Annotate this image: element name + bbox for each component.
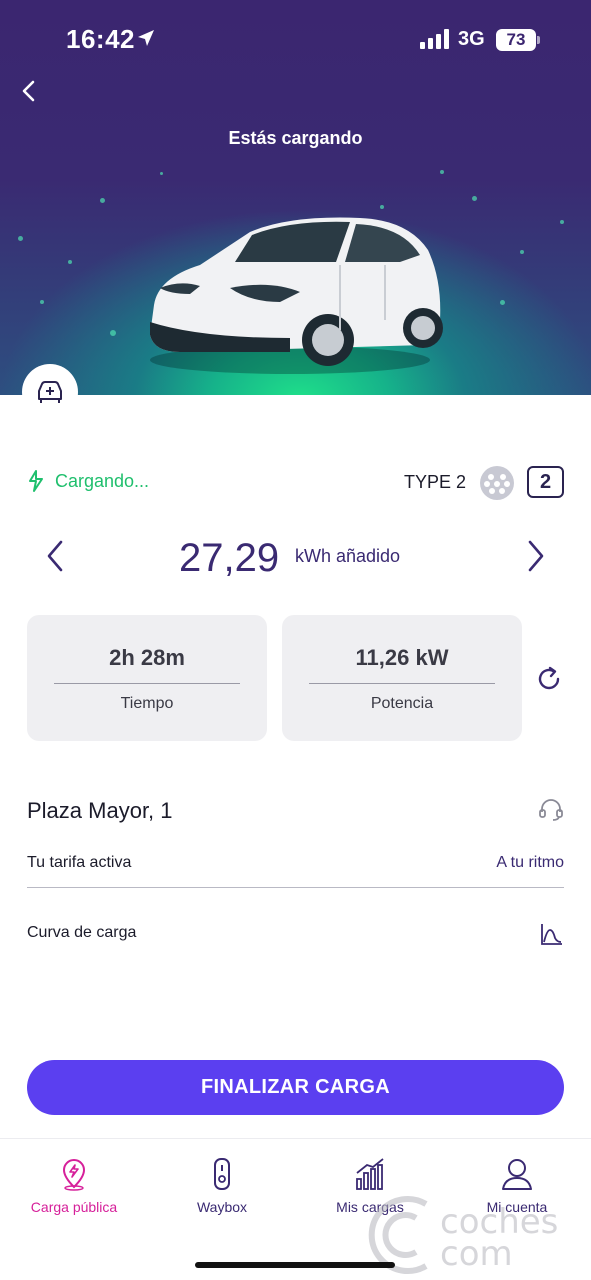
- location-arrow-icon: [138, 30, 154, 46]
- watermark-text: com: [440, 1234, 513, 1274]
- battery-indicator: 73: [496, 29, 540, 51]
- power-value: 11,26 kW: [355, 645, 449, 670]
- charge-curve-row[interactable]: Curva de carga: [27, 922, 564, 958]
- next-arrow-button[interactable]: [516, 538, 552, 574]
- location-title: Plaza Mayor, 1: [27, 798, 173, 823]
- tab-public-charging[interactable]: Carga pública: [0, 1157, 148, 1215]
- previous-arrow-button[interactable]: [39, 538, 75, 574]
- home-indicator: [195, 1262, 395, 1268]
- charger-icon: [214, 1158, 230, 1190]
- back-button[interactable]: [14, 76, 44, 106]
- time-label: Tiempo: [120, 695, 174, 712]
- car-badge: [22, 364, 78, 420]
- plug-icon: [29, 470, 43, 492]
- finish-charge-button[interactable]: FINALIZAR CARGA: [27, 1060, 564, 1115]
- power-stat-card: 11,26 kW Potencia: [282, 615, 522, 741]
- time-value: 2h 28m: [109, 645, 185, 670]
- network-type: 3G: [458, 28, 485, 50]
- charging-status: Cargando...: [27, 469, 149, 493]
- bar-chart-icon: [356, 1158, 384, 1190]
- signal-icon: [420, 29, 449, 49]
- refresh-button[interactable]: [534, 664, 564, 694]
- energy-unit: kWh añadido: [295, 546, 401, 566]
- tab-waybox[interactable]: Waybox: [148, 1157, 296, 1215]
- energy-added-row: 27,29 kWh añadido: [27, 528, 564, 584]
- active-tariff-row[interactable]: Tu tarifa activa A tu ritmo: [27, 852, 564, 888]
- charging-info-row: Cargando... TYPE 2 2: [27, 466, 564, 500]
- car-plus-icon: [38, 381, 62, 403]
- time-stat-card: 2h 28m Tiempo: [27, 615, 267, 741]
- charge-curve-icon: [541, 924, 562, 945]
- user-icon: [502, 1159, 532, 1190]
- car-illustration: [150, 217, 443, 374]
- tariff-label: Tu tarifa activa: [27, 854, 132, 871]
- support-headset-button[interactable]: [538, 797, 564, 823]
- charging-status-label: Cargando...: [55, 470, 150, 491]
- divider: [54, 683, 240, 684]
- status-bar: 16:42 3G 73: [0, 0, 591, 80]
- tab-label: Carga pública: [30, 1199, 118, 1215]
- power-label: Potencia: [370, 695, 434, 712]
- tab-label: Waybox: [196, 1199, 248, 1215]
- connector-type-label: TYPE 2: [403, 472, 466, 492]
- status-time: 16:42: [66, 24, 135, 54]
- energy-value: 27,29: [179, 536, 280, 580]
- page-title: Estás cargando: [228, 128, 363, 148]
- map-pin-icon: [62, 1158, 86, 1191]
- tariff-value: A tu ritmo: [496, 854, 564, 871]
- connector-number: 2: [527, 466, 564, 498]
- divider: [309, 683, 495, 684]
- charge-curve-label: Curva de carga: [27, 924, 137, 941]
- type2-connector-icon: [480, 466, 514, 500]
